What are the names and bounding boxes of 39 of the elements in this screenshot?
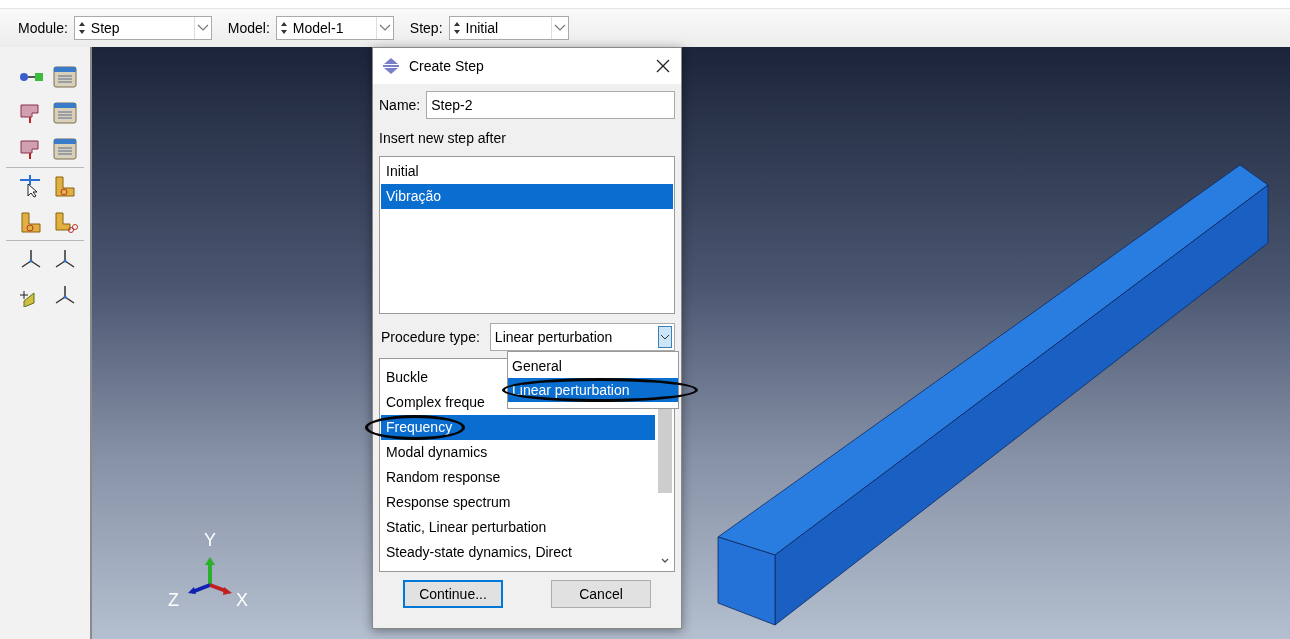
block-icon[interactable] xyxy=(52,174,78,198)
field-label: Procedure type: xyxy=(381,329,480,345)
chevron-icon xyxy=(375,17,393,39)
scissors-icon[interactable] xyxy=(52,210,78,234)
field-label: Model: xyxy=(227,20,270,36)
close-icon[interactable] xyxy=(655,58,671,74)
list-item[interactable]: Initial xyxy=(381,159,673,184)
axis-label: Z xyxy=(168,591,179,609)
continue-button[interactable]: Continue... xyxy=(403,580,503,608)
field-label: Module: xyxy=(18,20,68,36)
cancel-button[interactable]: Cancel xyxy=(551,580,651,608)
combo-box[interactable]: Initial xyxy=(448,16,569,40)
procedure-combo[interactable]: Linear perturbation xyxy=(489,323,675,351)
chevron-icon xyxy=(658,326,672,348)
dialog-title: Create Step xyxy=(409,58,485,74)
menu-item[interactable]: General xyxy=(508,354,678,378)
field-label: Step: xyxy=(409,20,443,36)
table-icon[interactable] xyxy=(52,137,78,161)
table-icon[interactable] xyxy=(52,101,78,125)
combo-box[interactable]: Model-1 xyxy=(275,16,394,40)
list-item[interactable]: Response spectrum xyxy=(381,490,655,515)
list-item[interactable]: Modal dynamics xyxy=(381,440,655,465)
axis-label: Y xyxy=(204,531,216,549)
step-icon xyxy=(381,57,401,75)
scroll-down-icon[interactable] xyxy=(660,557,670,565)
axis-label: X xyxy=(236,591,248,609)
combo-box[interactable]: Step xyxy=(73,16,212,40)
chevron-icon xyxy=(193,17,211,39)
list-item[interactable]: Static, Linear perturbation xyxy=(381,515,655,540)
list-item[interactable]: Vibração xyxy=(381,184,673,209)
list-item[interactable]: Frequency xyxy=(381,415,655,440)
section-label: Insert new step after xyxy=(379,130,507,148)
list-item[interactable]: Steady-state dynamics, Direct xyxy=(381,540,655,565)
chevron-icon xyxy=(550,17,568,39)
table-icon[interactable] xyxy=(52,65,78,89)
name-field[interactable]: Step-2 xyxy=(426,91,675,119)
field-label: Name: xyxy=(379,97,421,113)
block-icon[interactable] xyxy=(18,210,44,234)
list-item[interactable]: Random response xyxy=(381,465,655,490)
